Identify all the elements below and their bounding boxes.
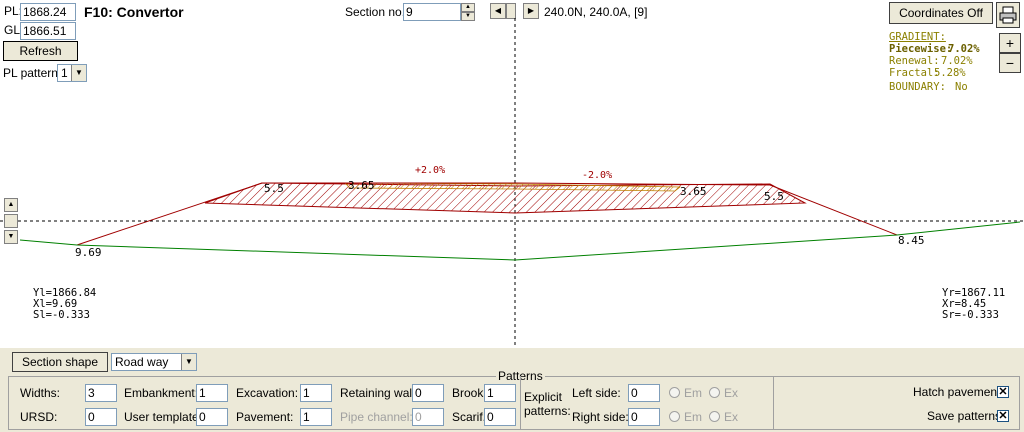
slope-right-label: -2.0% — [582, 170, 613, 181]
right-info: Yr=1867.11 Xr=8.45 Sr=-0.333 — [942, 288, 1005, 321]
embankment-label: Embankment: — [124, 386, 199, 400]
pipe-channel-input[interactable]: 0 — [412, 408, 444, 426]
bottom-panel: Section shape Road way ▼ Patterns Widths… — [0, 348, 1024, 432]
section-shape-button[interactable]: Section shape — [12, 352, 108, 372]
excavation-label: Excavation: — [236, 386, 299, 400]
right-toe-label: 8.45 — [898, 234, 925, 247]
right-inner-label: 3.65 — [680, 185, 707, 198]
pavement-label: Pavement: — [236, 410, 294, 424]
right-ex-label: Ex — [724, 410, 739, 424]
left-side-input[interactable]: 0 — [628, 384, 660, 402]
left-em-radio[interactable] — [669, 387, 680, 398]
user-template-label: User template: — [124, 410, 203, 424]
ursd-input[interactable]: 0 — [85, 408, 117, 426]
ursd-label: URSD: — [20, 410, 58, 424]
excavation-input[interactable]: 1 — [300, 384, 332, 402]
left-toe-label: 9.69 — [75, 246, 102, 259]
save-patterns-checkbox[interactable]: ✕ — [997, 410, 1009, 422]
scarif-input[interactable]: 0 — [484, 408, 516, 426]
slope-left-label: +2.0% — [415, 165, 446, 176]
explicit-label: Explicit — [524, 390, 563, 404]
right-side-input[interactable]: 0 — [628, 408, 660, 426]
left-s-value: Sl=-0.333 — [33, 309, 90, 321]
save-patterns-label: Save patterns — [927, 409, 1002, 423]
patterns-label: patterns: — [524, 404, 571, 418]
right-s-value: Sr=-0.333 — [942, 309, 999, 321]
cross-section-drawing — [0, 18, 1024, 348]
left-ex-label: Ex — [724, 386, 739, 400]
hatch-pavement-label: Hatch pavement — [913, 385, 1001, 399]
right-ex-radio[interactable] — [709, 411, 720, 422]
section-shape-value: Road way — [115, 355, 169, 369]
embankment-input[interactable]: 1 — [196, 384, 228, 402]
right-shoulder-label: 5.5 — [764, 190, 784, 203]
widths-input[interactable]: 3 — [85, 384, 117, 402]
widths-label: Widths: — [20, 386, 61, 400]
right-side-label: Right side: — [572, 410, 629, 424]
brook-label: Brook: — [452, 386, 487, 400]
scroll-mid-icon[interactable] — [4, 214, 18, 228]
brook-input[interactable]: 1 — [484, 384, 516, 402]
retaining-wall-label: Retaining wall: — [340, 386, 419, 400]
left-side-label: Left side: — [572, 386, 621, 400]
retaining-wall-input[interactable]: 0 — [412, 384, 444, 402]
pipe-channel-label: Pipe channel: — [340, 410, 413, 424]
left-shoulder-label: 5.5 — [264, 182, 284, 195]
ground-line — [19, 221, 1021, 261]
section-shape-select[interactable]: Road way ▼ — [111, 353, 197, 371]
right-em-radio[interactable] — [669, 411, 680, 422]
left-ex-radio[interactable] — [709, 387, 720, 398]
left-inner-label: 3.65 — [348, 179, 375, 192]
chevron-down-icon: ▼ — [181, 354, 196, 370]
left-em-label: Em — [684, 386, 702, 400]
scroll-down-icon[interactable]: ▼ — [4, 230, 18, 244]
left-info: Yl=1866.84 Xl=9.69 Sl=-0.333 — [33, 288, 96, 321]
scroll-up-icon[interactable]: ▲ — [4, 198, 18, 212]
right-em-label: Em — [684, 410, 702, 424]
hatch-pavement-checkbox[interactable]: ✕ — [997, 386, 1009, 398]
user-template-input[interactable]: 0 — [196, 408, 228, 426]
pavement-input[interactable]: 1 — [300, 408, 332, 426]
